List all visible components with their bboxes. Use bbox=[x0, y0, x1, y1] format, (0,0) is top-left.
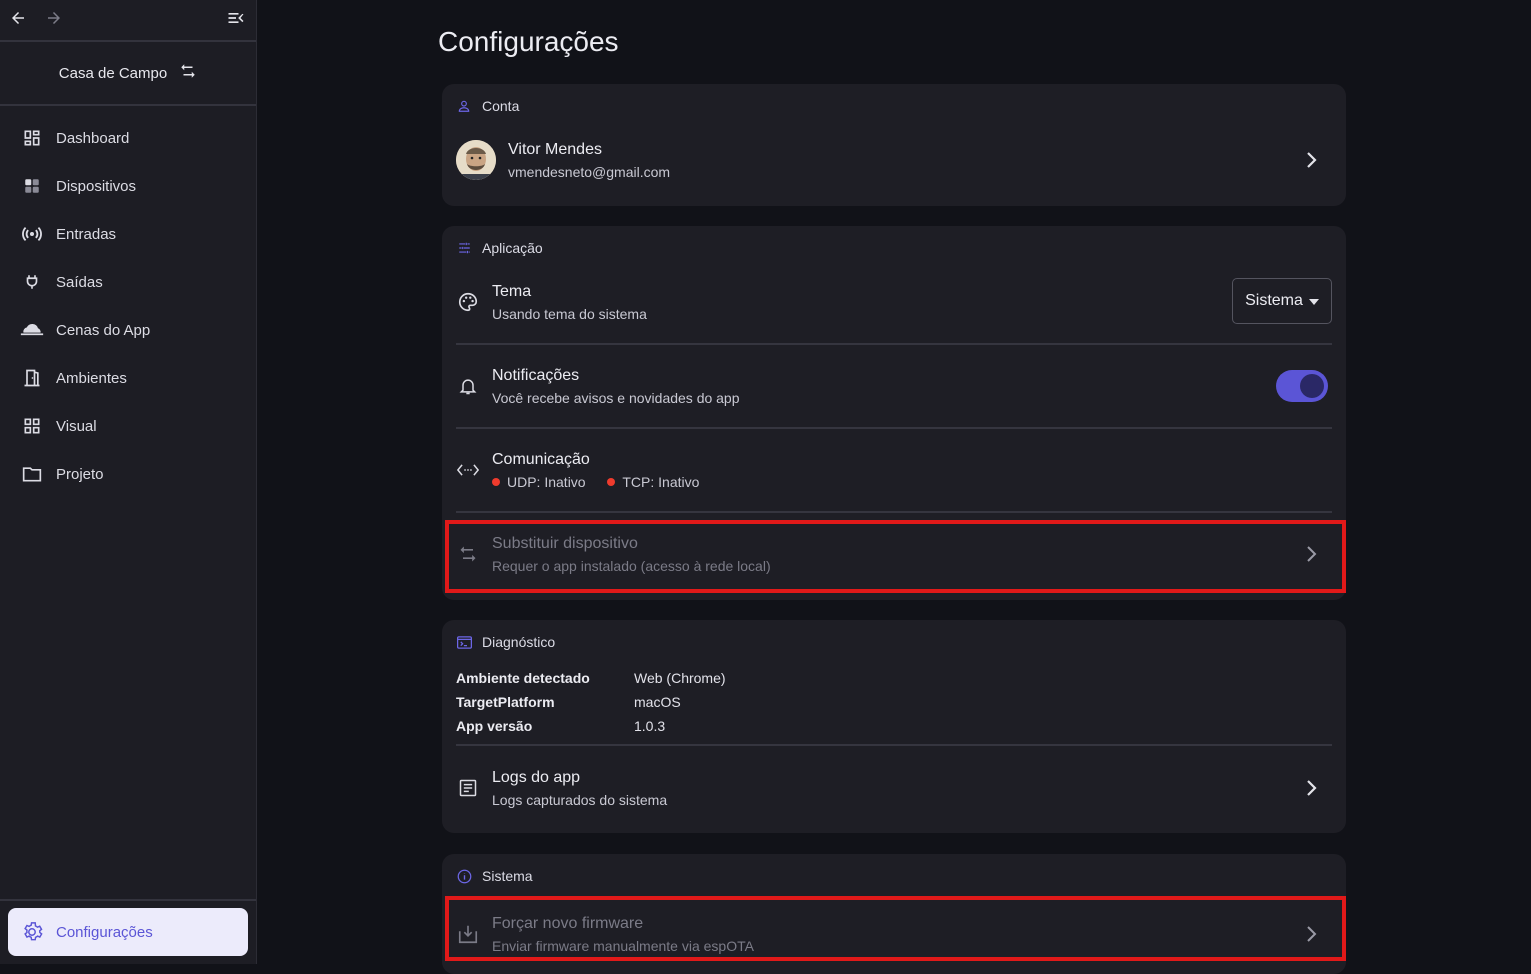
chevron-right-icon bbox=[1302, 150, 1322, 170]
theme-select-value: Sistema bbox=[1245, 292, 1303, 309]
diagnostics-row: App versão 1.0.3 bbox=[456, 714, 726, 738]
terminal-icon bbox=[456, 634, 472, 650]
toggle-knob bbox=[1300, 374, 1324, 398]
theme-subtitle: Usando tema do sistema bbox=[492, 305, 647, 322]
person-icon bbox=[456, 98, 472, 114]
communication-title: Comunicação bbox=[492, 450, 590, 468]
theme-select[interactable]: Sistema bbox=[1232, 278, 1332, 324]
account-header: Conta bbox=[456, 98, 519, 114]
highlight-replace-device bbox=[445, 520, 1346, 593]
sidebar-item-label: Ambientes bbox=[56, 369, 127, 387]
gear-icon bbox=[20, 920, 44, 944]
tcp-status: TCP: Inativo bbox=[622, 473, 700, 490]
forward-arrow-icon[interactable] bbox=[42, 6, 66, 30]
sidebar-topbar bbox=[0, 0, 256, 42]
communication-status: UDP: Inativo TCP: Inativo bbox=[492, 474, 699, 490]
theme-title: Tema bbox=[492, 282, 532, 300]
account-name: Vitor Mendes bbox=[508, 140, 602, 158]
sidebar: Casa de Campo Dashboard Dispositivos Ent… bbox=[0, 0, 257, 964]
palette-icon bbox=[456, 290, 480, 314]
sidebar-item-label: Projeto bbox=[56, 465, 104, 483]
divider bbox=[456, 427, 1332, 429]
bell-icon bbox=[456, 374, 480, 398]
broadcast-icon bbox=[20, 222, 44, 246]
sidebar-item-projeto[interactable]: Projeto bbox=[0, 450, 256, 498]
folder-icon bbox=[20, 462, 44, 486]
diagnostics-table: Ambiente detectado Web (Chrome) TargetPl… bbox=[456, 666, 726, 738]
cloud-icon bbox=[20, 318, 44, 342]
sidebar-divider bbox=[0, 899, 256, 901]
back-arrow-icon[interactable] bbox=[6, 6, 30, 30]
sidebar-item-ambientes[interactable]: Ambientes bbox=[0, 354, 256, 402]
application-header: Aplicação bbox=[456, 240, 543, 256]
sidebar-item-cenas[interactable]: Cenas do App bbox=[0, 306, 256, 354]
theme-row: Tema Usando tema do sistema Sistema bbox=[456, 278, 1332, 326]
application-header-label: Aplicação bbox=[482, 240, 543, 256]
document-icon bbox=[456, 776, 480, 800]
sidebar-item-configuracoes[interactable]: Configurações bbox=[8, 908, 248, 956]
sidebar-item-dispositivos[interactable]: Dispositivos bbox=[0, 162, 256, 210]
sidebar-item-label: Entradas bbox=[56, 225, 117, 243]
diagnostics-row: TargetPlatform macOS bbox=[456, 690, 726, 714]
divider bbox=[456, 744, 1332, 746]
diagnostics-card: Diagnóstico Ambiente detectado Web (Chro… bbox=[442, 620, 1346, 833]
notifications-title: Notificações bbox=[492, 366, 580, 384]
udp-status-dot bbox=[492, 477, 500, 486]
grid-icon bbox=[20, 414, 44, 438]
sidebar-item-visual[interactable]: Visual bbox=[0, 402, 256, 450]
account-header-label: Conta bbox=[482, 98, 520, 114]
system-header-label: Sistema bbox=[482, 868, 533, 884]
door-icon bbox=[20, 366, 44, 390]
sidebar-nav: Dashboard Dispositivos Entradas Saídas C… bbox=[0, 106, 256, 498]
logs-title: Logs do app bbox=[492, 768, 581, 786]
logs-subtitle: Logs capturados do sistema bbox=[492, 791, 668, 808]
devices-icon bbox=[20, 174, 44, 198]
account-email: vmendesneto@gmail.com bbox=[508, 163, 671, 180]
sidebar-item-label: Dashboard bbox=[56, 129, 130, 147]
sidebar-item-saidas[interactable]: Saídas bbox=[0, 258, 256, 306]
divider bbox=[456, 511, 1332, 513]
highlight-force-firmware bbox=[445, 896, 1346, 961]
diagnostics-header-label: Diagnóstico bbox=[482, 634, 556, 650]
account-card: Conta Vitor Mendes vmendesneto@gmail.com bbox=[442, 84, 1346, 206]
diagnostics-value: macOS bbox=[634, 694, 681, 710]
code-arrows-icon bbox=[456, 458, 480, 482]
diagnostics-key: App versão bbox=[456, 718, 533, 734]
system-header: Sistema bbox=[456, 868, 533, 884]
logs-row[interactable]: Logs do app Logs capturados do sistema bbox=[456, 764, 1332, 812]
home-switcher[interactable]: Casa de Campo bbox=[0, 42, 256, 106]
sidebar-item-label: Saídas bbox=[56, 273, 103, 291]
tcp-status-dot bbox=[607, 477, 616, 486]
diagnostics-key: TargetPlatform bbox=[456, 694, 555, 710]
divider bbox=[456, 343, 1332, 345]
communication-row: Comunicação UDP: Inativo TCP: Inativo bbox=[456, 446, 1332, 494]
chevron-right-icon bbox=[1302, 778, 1322, 798]
collapse-menu-icon[interactable] bbox=[224, 6, 248, 30]
home-name: Casa de Campo bbox=[58, 64, 168, 82]
caret-down-icon bbox=[1308, 292, 1319, 310]
diagnostics-header: Diagnóstico bbox=[456, 634, 555, 650]
account-row[interactable]: Vitor Mendes vmendesneto@gmail.com bbox=[456, 138, 1332, 182]
dashboard-icon bbox=[20, 126, 44, 150]
diagnostics-key: Ambiente detectado bbox=[456, 670, 590, 686]
info-icon bbox=[456, 868, 472, 884]
notifications-subtitle: Você recebe avisos e novidades do app bbox=[492, 389, 740, 406]
plug-icon bbox=[20, 270, 44, 294]
udp-status: UDP: Inativo bbox=[507, 473, 586, 490]
sidebar-item-entradas[interactable]: Entradas bbox=[0, 210, 256, 258]
page-title: Configurações bbox=[438, 26, 619, 57]
sidebar-item-label: Dispositivos bbox=[56, 177, 137, 195]
sidebar-item-label: Configurações bbox=[56, 923, 153, 941]
sidebar-item-label: Cenas do App bbox=[56, 321, 151, 339]
swap-icon bbox=[179, 62, 197, 84]
diagnostics-value: 1.0.3 bbox=[634, 718, 666, 734]
notifications-row: Notificações Você recebe avisos e novida… bbox=[456, 362, 1332, 410]
notifications-toggle[interactable] bbox=[1276, 370, 1328, 402]
sidebar-item-dashboard[interactable]: Dashboard bbox=[0, 114, 256, 162]
sidebar-item-label: Visual bbox=[56, 417, 97, 435]
diagnostics-row: Ambiente detectado Web (Chrome) bbox=[456, 666, 726, 690]
diagnostics-value: Web (Chrome) bbox=[634, 670, 726, 686]
tune-icon bbox=[456, 240, 472, 256]
avatar bbox=[456, 140, 496, 180]
